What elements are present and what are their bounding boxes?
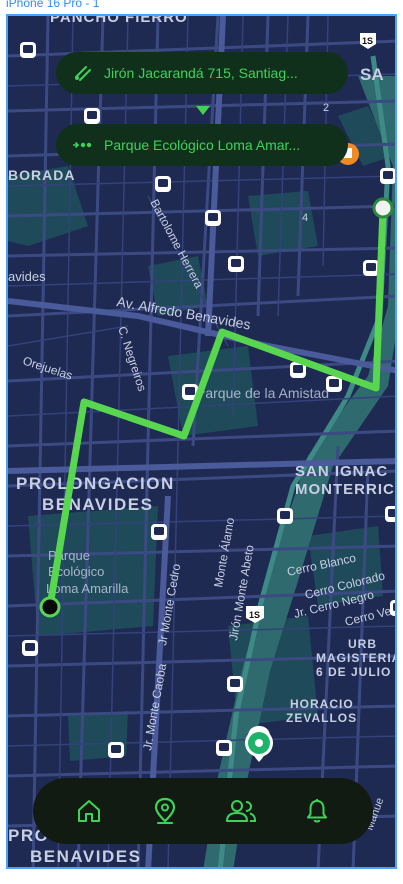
bus-stop-icon xyxy=(22,640,38,656)
route-start-icon xyxy=(72,62,94,84)
map-label-4: 4 xyxy=(302,212,308,224)
nav-home-button[interactable] xyxy=(69,791,109,831)
route-end-icon xyxy=(72,134,94,156)
map-label-6-de-julio: 6 DE JULIO xyxy=(316,665,391,679)
bus-stop-icon xyxy=(228,256,244,272)
bus-stop-icon xyxy=(216,740,232,756)
home-icon xyxy=(78,800,100,822)
map-label-sa: SA xyxy=(360,65,384,84)
bus-stop-icon xyxy=(155,176,171,192)
map-label-urb: URB xyxy=(348,637,377,651)
bus-stop-icon xyxy=(108,742,124,758)
map-label-2: 2 xyxy=(323,102,329,114)
chevron-down-icon[interactable] xyxy=(195,104,211,116)
frame-title: iPhone 16 Pro - 1 xyxy=(6,0,100,10)
nav-people-button[interactable] xyxy=(221,791,261,831)
bus-stop-icon xyxy=(385,506,395,522)
svg-text:1S: 1S xyxy=(362,36,373,46)
bus-stop-icon xyxy=(363,260,379,276)
map-label-prolongacion: PROLONGACION xyxy=(16,474,175,493)
map-label-monterrico: MONTERRICO- xyxy=(295,481,397,498)
map-label-horacio: HORACIO xyxy=(290,697,354,711)
nav-location-button[interactable] xyxy=(145,791,185,831)
location-pin-icon xyxy=(154,797,176,824)
map-label-avides: avides xyxy=(8,269,46,284)
phone-screen: PANCHO FIERRO SA BORADA avides Bartolome… xyxy=(6,14,397,869)
nav-notifications-button[interactable] xyxy=(297,791,337,831)
bus-stop-icon xyxy=(390,600,395,616)
bus-stop-icon xyxy=(84,108,100,124)
map-label-benavides: BENAVIDES xyxy=(42,495,153,514)
bus-stop-icon xyxy=(151,524,167,540)
bell-icon xyxy=(307,799,327,823)
map-label-loma-amarilla: Loma Amarilla xyxy=(46,581,129,596)
route-start-marker[interactable] xyxy=(39,596,61,618)
bus-stop-icon xyxy=(277,508,293,524)
map-label-benavides-bottom: BENAVIDES xyxy=(30,847,141,866)
bus-stop-icon xyxy=(380,168,395,184)
bus-stop-icon xyxy=(20,42,36,58)
map-label-pancho-fierro: PANCHO FIERRO xyxy=(50,16,188,26)
svg-text:1S: 1S xyxy=(249,610,260,620)
bus-stop-icon xyxy=(205,210,221,226)
people-icon xyxy=(226,800,257,822)
map-label-san-ignacio: SAN IGNAC xyxy=(295,463,388,480)
destination-field[interactable]: Parque Ecológico Loma Amar... xyxy=(56,124,348,166)
map-label-zevallos: ZEVALLOS xyxy=(286,711,357,725)
bus-stop-icon xyxy=(227,676,243,692)
map-label-amistad: Parque de la Amistad xyxy=(196,385,329,401)
route-end-marker[interactable] xyxy=(372,197,394,219)
origin-field[interactable]: Jirón Jacarandá 715, Santiag... xyxy=(56,52,348,94)
bottom-nav xyxy=(33,778,373,844)
destination-text: Parque Ecológico Loma Amar... xyxy=(104,137,301,153)
map-label-magisterial: MAGISTERIAL xyxy=(316,651,397,665)
map-label-borada: BORADA xyxy=(8,167,75,183)
origin-text: Jirón Jacarandá 715, Santiag... xyxy=(104,65,298,81)
